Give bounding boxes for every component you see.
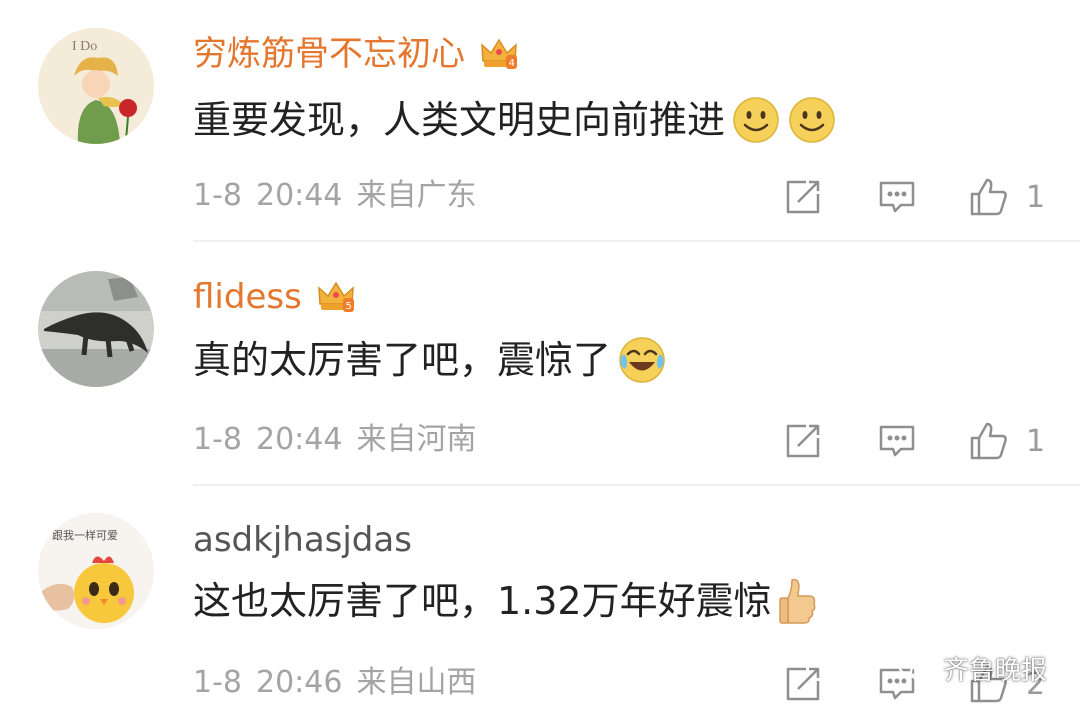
- thumbs-up-emoji-icon: [778, 576, 818, 626]
- smile-emoji-icon: [731, 95, 781, 145]
- comment-location: 来自山西: [356, 665, 477, 700]
- username-text[interactable]: flidess: [193, 275, 302, 319]
- comment-item: flidess 5 真的太厉害了吧，震惊了 1-8 20:44 来自河南 1: [0, 243, 1080, 487]
- comment-time: 20:44: [256, 422, 343, 457]
- comment-meta: 1-8 20:44 来自广东: [193, 176, 490, 216]
- username-text[interactable]: asdkjhasjdas: [193, 518, 412, 562]
- username[interactable]: 穷炼筋骨不忘初心 4: [193, 32, 519, 76]
- share-icon[interactable]: [782, 663, 824, 705]
- comment-date: 1-8: [193, 422, 242, 457]
- avatar[interactable]: [38, 271, 154, 387]
- divider: [193, 484, 1080, 486]
- username[interactable]: asdkjhasjdas: [193, 518, 412, 562]
- comment-location: 来自河南: [356, 422, 477, 457]
- vip-crown-icon: 5: [316, 278, 356, 316]
- like-thumb-icon[interactable]: [968, 176, 1010, 218]
- comment-time: 20:46: [256, 665, 343, 700]
- share-icon[interactable]: [782, 176, 824, 218]
- comment-item: I Do 穷炼筋骨不忘初心 4 重要发现，人类文明史向前推进 1-8 20:44…: [0, 0, 1080, 243]
- share-icon[interactable]: [782, 420, 824, 462]
- comment-content: 真的太厉害了吧，震惊了: [193, 334, 667, 386]
- avatar-text: I Do: [72, 39, 97, 54]
- comment-meta: 1-8 20:44 来自河南: [193, 420, 490, 460]
- avatar[interactable]: 跟我一样可爱: [38, 513, 154, 629]
- comment-reply-icon[interactable]: [876, 176, 918, 218]
- comment-content: 重要发现，人类文明史向前推进: [193, 94, 837, 146]
- comment-time: 20:44: [256, 178, 343, 213]
- comment-text: 重要发现，人类文明史向前推进: [193, 98, 726, 142]
- avatar[interactable]: I Do: [38, 28, 154, 144]
- avatar-text: 跟我一样可爱: [52, 528, 118, 542]
- vip-level: 4: [509, 58, 515, 69]
- watermark: 齐鲁晚报: [897, 648, 1047, 688]
- vip-crown-icon: 4: [479, 35, 519, 73]
- like-thumb-icon[interactable]: [968, 420, 1010, 462]
- wechat-icon: [897, 653, 935, 682]
- like-count: 1: [1026, 424, 1046, 459]
- vip-level: 5: [345, 301, 351, 312]
- like-count: 1: [1026, 180, 1046, 215]
- comment-reply-icon[interactable]: [876, 420, 918, 462]
- comment-actions: 1: [780, 176, 1050, 220]
- username-text[interactable]: 穷炼筋骨不忘初心: [193, 32, 465, 76]
- comment-date: 1-8: [193, 665, 242, 700]
- comment-text: 这也太厉害了吧，1.32万年好震惊: [193, 579, 772, 623]
- comment-actions: 1: [780, 420, 1050, 464]
- comment-location: 来自广东: [356, 178, 477, 213]
- smile-emoji-icon: [787, 95, 837, 145]
- comment-content: 这也太厉害了吧，1.32万年好震惊: [193, 575, 818, 627]
- watermark-text: 齐鲁晚报: [943, 655, 1048, 686]
- laugh-cry-emoji-icon: [617, 335, 667, 385]
- comment-meta: 1-8 20:46 来自山西: [193, 663, 490, 703]
- comment-date: 1-8: [193, 178, 242, 213]
- divider: [193, 240, 1080, 242]
- username[interactable]: flidess 5: [193, 275, 356, 319]
- comment-text: 真的太厉害了吧，震惊了: [193, 338, 612, 382]
